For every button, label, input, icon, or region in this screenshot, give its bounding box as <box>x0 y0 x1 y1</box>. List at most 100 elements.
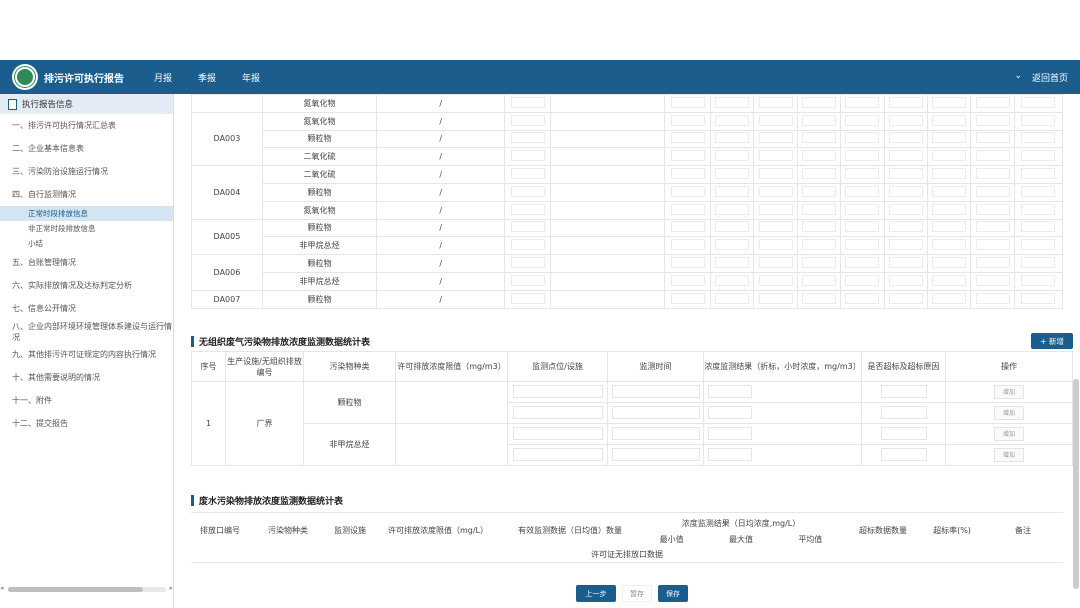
data-input[interactable] <box>670 185 705 197</box>
data-input[interactable] <box>801 150 836 162</box>
data-input[interactable] <box>801 132 836 144</box>
data-input[interactable] <box>670 114 705 126</box>
data-input[interactable] <box>975 185 1010 197</box>
concentration-input[interactable] <box>708 447 752 461</box>
data-input[interactable] <box>670 274 705 286</box>
concentration-input[interactable] <box>708 426 752 440</box>
chevron-down-icon[interactable]: ⌄ <box>1014 71 1022 84</box>
data-input[interactable] <box>510 292 545 304</box>
data-input[interactable] <box>801 168 836 180</box>
data-input[interactable] <box>670 257 705 269</box>
data-input[interactable] <box>801 292 836 304</box>
data-input[interactable] <box>845 257 880 269</box>
sidebar-item[interactable]: 一、排污许可执行情况汇总表 <box>0 114 173 137</box>
data-input[interactable] <box>758 185 793 197</box>
main-vertical-scrollbar[interactable] <box>1071 94 1080 608</box>
data-input[interactable] <box>975 257 1010 269</box>
data-input[interactable] <box>932 168 967 180</box>
data-input[interactable] <box>510 114 545 126</box>
data-input[interactable] <box>801 114 836 126</box>
sidebar-item[interactable]: 十、其他需要说明的情况 <box>0 366 173 389</box>
data-input[interactable] <box>670 150 705 162</box>
sidebar-subitem[interactable]: 非正常时段排放信息 <box>0 221 173 236</box>
sidebar-item[interactable]: 九、其他排污许可证规定的内容执行情况 <box>0 343 173 366</box>
data-input[interactable] <box>801 185 836 197</box>
data-input[interactable] <box>1021 239 1056 251</box>
data-input[interactable] <box>975 114 1010 126</box>
tab-quarterly[interactable]: 季报 <box>198 71 216 84</box>
sidebar-horizontal-scrollbar[interactable]: ◂ ▸ <box>0 584 174 594</box>
data-input[interactable] <box>888 132 923 144</box>
data-input[interactable] <box>932 292 967 304</box>
data-input[interactable] <box>1021 274 1056 286</box>
data-input[interactable] <box>932 203 967 215</box>
data-input[interactable] <box>975 150 1010 162</box>
data-input[interactable] <box>510 185 545 197</box>
data-input[interactable] <box>510 132 545 144</box>
data-input[interactable] <box>845 203 880 215</box>
data-input[interactable] <box>758 132 793 144</box>
data-input[interactable] <box>758 292 793 304</box>
data-input[interactable] <box>801 96 836 108</box>
concentration-input[interactable] <box>708 384 752 398</box>
data-input[interactable] <box>1021 96 1056 108</box>
scroll-thumb[interactable] <box>1073 379 1079 589</box>
monitor-point-input[interactable] <box>512 447 603 461</box>
data-input[interactable] <box>670 168 705 180</box>
save-button[interactable]: 保存 <box>658 585 688 602</box>
monitor-time-input[interactable] <box>611 405 700 419</box>
sidebar-item[interactable]: 十二、提交报告 <box>0 412 173 435</box>
data-input[interactable] <box>975 292 1010 304</box>
monitor-time-input[interactable] <box>611 447 700 461</box>
data-input[interactable] <box>845 114 880 126</box>
sidebar-item[interactable]: 二、企业基本信息表 <box>0 137 173 160</box>
exceed-reason-input[interactable] <box>880 384 927 398</box>
data-input[interactable] <box>510 203 545 215</box>
data-input[interactable] <box>975 239 1010 251</box>
data-input[interactable] <box>1021 203 1056 215</box>
data-input[interactable] <box>510 274 545 286</box>
sidebar-item[interactable]: 六、实际排放情况及达标判定分析 <box>0 274 173 297</box>
data-input[interactable] <box>975 168 1010 180</box>
tab-monthly[interactable]: 月报 <box>154 71 172 84</box>
data-input[interactable] <box>801 274 836 286</box>
scroll-right-arrow-icon[interactable]: ▸ <box>169 584 173 592</box>
monitor-point-input[interactable] <box>512 426 603 440</box>
data-input[interactable] <box>758 168 793 180</box>
data-input[interactable] <box>845 132 880 144</box>
prev-step-button[interactable]: 上一步 <box>576 585 616 602</box>
sidebar-item[interactable]: 八、企业内部环境环境管理体系建设与运行情况 <box>0 320 173 343</box>
data-input[interactable] <box>888 221 923 233</box>
monitor-time-input[interactable] <box>611 426 700 440</box>
concentration-input[interactable] <box>708 405 752 419</box>
data-input[interactable] <box>932 274 967 286</box>
data-input[interactable] <box>975 203 1010 215</box>
scroll-thumb[interactable] <box>8 587 143 592</box>
data-input[interactable] <box>715 150 750 162</box>
data-input[interactable] <box>801 203 836 215</box>
data-input[interactable] <box>510 221 545 233</box>
exceed-reason-input[interactable] <box>880 405 927 419</box>
data-input[interactable] <box>932 96 967 108</box>
monitor-point-input[interactable] <box>512 405 603 419</box>
data-input[interactable] <box>888 203 923 215</box>
data-input[interactable] <box>1021 221 1056 233</box>
exceed-reason-input[interactable] <box>880 447 927 461</box>
data-input[interactable] <box>670 239 705 251</box>
data-input[interactable] <box>975 96 1010 108</box>
data-input[interactable] <box>932 185 967 197</box>
data-input[interactable] <box>845 96 880 108</box>
add-row-button[interactable]: 增加 <box>994 427 1024 441</box>
data-input[interactable] <box>1021 114 1056 126</box>
data-input[interactable] <box>715 257 750 269</box>
data-input[interactable] <box>1021 185 1056 197</box>
data-input[interactable] <box>715 292 750 304</box>
exceed-reason-input[interactable] <box>880 426 927 440</box>
data-input[interactable] <box>670 221 705 233</box>
data-input[interactable] <box>758 96 793 108</box>
data-input[interactable] <box>888 150 923 162</box>
data-input[interactable] <box>845 185 880 197</box>
temp-save-button[interactable]: 暂存 <box>622 585 652 602</box>
data-input[interactable] <box>715 239 750 251</box>
data-input[interactable] <box>801 257 836 269</box>
